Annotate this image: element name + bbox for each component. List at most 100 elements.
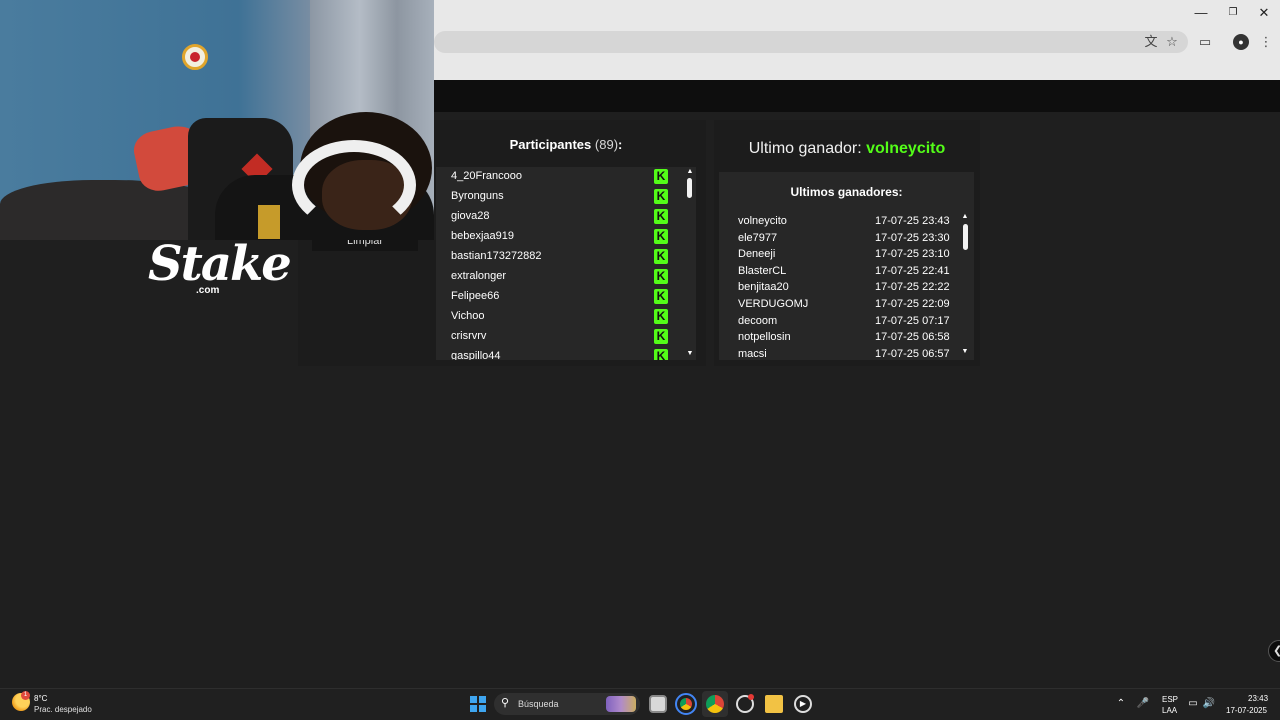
participants-scrollbar[interactable]: ▲ ▼ <box>684 167 696 360</box>
keyboard-layout[interactable]: LAA <box>1162 706 1177 715</box>
kebab-menu-icon[interactable]: ⋮ <box>1258 34 1274 50</box>
kick-icon: K <box>654 229 668 244</box>
list-item: Vichoo K <box>436 307 684 327</box>
address-bar[interactable] <box>434 31 1188 53</box>
winner-date: 17-07-25 22:41 <box>875 265 950 277</box>
notification-badge: 1 <box>21 691 30 700</box>
close-button[interactable]: ✕ <box>1253 4 1275 22</box>
scroll-down-icon[interactable]: ▼ <box>961 348 969 356</box>
profile-avatar[interactable]: ● <box>1233 34 1249 50</box>
minimize-button[interactable]: — <box>1190 4 1212 22</box>
table-row: volneycito 17-07-25 23:43 <box>719 214 959 230</box>
participants-count: (89) <box>594 137 619 152</box>
headset <box>292 140 416 230</box>
list-item: 4_20Francooo K <box>436 167 684 187</box>
participant-name: extralonger <box>451 270 507 282</box>
list-item: bastian173272882 K <box>436 247 684 267</box>
search-highlight-icon <box>606 696 636 712</box>
wall-badge-icon <box>182 44 208 70</box>
table-row: decoom 17-07-25 07:17 <box>719 314 959 330</box>
stake-logo: Stake .com <box>148 238 292 298</box>
stake-logo-suffix: .com <box>196 285 220 296</box>
search-icon: ⚲ <box>501 697 510 709</box>
scroll-down-icon[interactable]: ▼ <box>686 350 694 358</box>
kick-icon: K <box>654 209 668 224</box>
scroll-thumb[interactable] <box>687 178 692 198</box>
scroll-thumb[interactable] <box>963 224 968 250</box>
chrome-profile-icon[interactable] <box>706 695 724 713</box>
participant-name: giova28 <box>451 210 490 222</box>
last-winner-name: volneycito <box>866 140 946 157</box>
shirt-stripe <box>258 205 280 239</box>
windows-taskbar <box>0 688 1280 720</box>
winners-scrollbar[interactable]: ▲ ▼ <box>960 212 971 358</box>
list-item: extralonger K <box>436 267 684 287</box>
participants-list[interactable]: 4_20Francooo K Byronguns K giova28 K bebexj… <box>436 167 684 360</box>
recent-winners-title: Ultimos ganadores: <box>790 185 903 199</box>
file-explorer-icon[interactable] <box>765 695 783 713</box>
chrome-icon[interactable] <box>675 693 697 715</box>
restore-button[interactable]: ❐ <box>1222 4 1244 22</box>
weather-temperature[interactable]: 8°C <box>34 694 47 703</box>
table-row: benjitaa20 17-07-25 22:22 <box>719 280 959 296</box>
stake-logo-word: Stake <box>148 236 292 292</box>
translate-icon[interactable]: 文 <box>1143 34 1159 50</box>
weather-description[interactable]: Prac. despejado <box>34 705 92 714</box>
participant-name: 4_20Francooo <box>451 170 522 182</box>
clock-time[interactable]: 23:43 <box>1248 694 1268 703</box>
participants-title: Participantes (89): <box>434 137 698 152</box>
kick-icon: K <box>654 349 668 360</box>
network-icon[interactable]: ▭ <box>1186 697 1200 711</box>
microphone-icon[interactable]: 🎤 <box>1136 697 1150 711</box>
winner-date: 17-07-25 07:17 <box>875 315 950 327</box>
list-item: Felipee66 K <box>436 287 684 307</box>
notification-dot <box>748 694 754 700</box>
puzzle-icon[interactable]: ▭ <box>1197 34 1213 50</box>
participant-name: bebexjaa919 <box>451 230 515 242</box>
kick-icon: K <box>654 309 668 324</box>
winner-name: BlasterCL <box>738 265 787 277</box>
winner-name: decoom <box>738 315 778 327</box>
task-view-icon[interactable] <box>649 695 667 713</box>
table-row: BlasterCL 17-07-25 22:41 <box>719 264 959 280</box>
winner-date: 17-07-25 23:43 <box>875 215 950 227</box>
search-placeholder: Búsqueda <box>518 699 559 709</box>
webcam-overlay <box>0 0 434 240</box>
participants-label: Participantes <box>509 137 592 152</box>
table-row: macsi 17-07-25 06:57 <box>719 347 959 360</box>
table-row: notpellosin 17-07-25 06:58 <box>719 330 959 346</box>
list-item: giova28 K <box>436 207 684 227</box>
table-row: VERDUGOMJ 17-07-25 22:09 <box>719 297 959 313</box>
collapse-arrow-icon[interactable]: ❮ <box>1268 640 1280 662</box>
winner-name: benjitaa20 <box>738 281 789 293</box>
winner-date: 17-07-25 22:09 <box>875 298 950 310</box>
winner-date: 17-07-25 23:30 <box>875 232 950 244</box>
controls-panel <box>298 240 434 366</box>
participants-colon: : <box>618 137 623 152</box>
winner-name: volneycito <box>738 215 787 227</box>
kick-icon: K <box>654 329 668 344</box>
winner-date: 17-07-25 06:57 <box>875 348 950 360</box>
participant-name: bastian173272882 <box>451 250 542 262</box>
table-row: Deneeji 17-07-25 23:10 <box>719 247 959 263</box>
media-player-icon[interactable]: ▶ <box>794 695 812 713</box>
table-row: ele7977 17-07-25 23:30 <box>719 231 959 247</box>
volume-icon[interactable]: 🔊 <box>1202 697 1216 711</box>
scroll-up-icon[interactable]: ▲ <box>686 168 694 176</box>
kick-icon: K <box>654 249 668 264</box>
participant-name: Felipee66 <box>451 290 500 302</box>
windows-start-icon[interactable] <box>470 696 486 712</box>
list-item: crisrvrv K <box>436 327 684 347</box>
list-item: bebexjaa919 K <box>436 227 684 247</box>
list-item: gaspillo44 K <box>436 347 684 360</box>
clock-date[interactable]: 17-07-2025 <box>1226 706 1267 715</box>
kick-icon: K <box>654 269 668 284</box>
winner-name: macsi <box>738 348 767 360</box>
recent-winners-box[interactable]: Ultimos ganadores: volneycito 17-07-25 23… <box>719 172 974 360</box>
chevron-up-icon[interactable]: ⌃ <box>1114 697 1128 711</box>
kick-icon: K <box>654 189 668 204</box>
language-code[interactable]: ESP <box>1162 695 1178 704</box>
scroll-up-icon[interactable]: ▲ <box>961 213 969 221</box>
star-icon[interactable]: ☆ <box>1164 34 1180 50</box>
last-winner: Ultimo ganador: volneycito <box>714 140 980 158</box>
